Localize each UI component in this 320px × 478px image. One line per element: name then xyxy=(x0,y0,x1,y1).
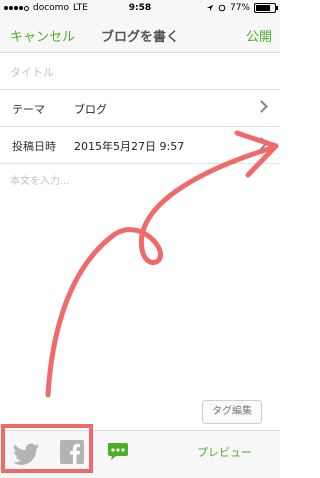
navigation-bar: キャンセル ブログを書く 公開 xyxy=(0,18,280,53)
battery-percent: 77% xyxy=(229,3,250,13)
facebook-icon[interactable] xyxy=(60,440,84,464)
date-label: 投稿日時 xyxy=(12,140,56,153)
battery-icon xyxy=(254,3,278,13)
title-field[interactable]: タイトル xyxy=(0,53,280,90)
theme-row[interactable]: テーマ ブログ xyxy=(0,90,280,127)
theme-label: テーマ xyxy=(12,103,45,116)
tag-edit-button[interactable]: タグ編集 xyxy=(202,400,262,424)
chevron-right-icon xyxy=(255,137,268,150)
twitter-icon[interactable] xyxy=(14,443,40,465)
preview-button[interactable]: プレビュー xyxy=(197,444,252,460)
date-value: 2015年5月27日 9:57 xyxy=(74,140,185,153)
publish-button[interactable]: 公開 xyxy=(246,26,272,45)
title-placeholder: タイトル xyxy=(10,66,54,79)
body-placeholder: 本文を入力... xyxy=(10,176,70,187)
battery-fill xyxy=(256,5,270,11)
theme-value: ブログ xyxy=(74,103,107,116)
date-row[interactable]: 投稿日時 2015年5月27日 9:57 xyxy=(0,127,280,164)
status-right: 77% xyxy=(206,3,278,13)
comment-icon[interactable] xyxy=(106,441,132,463)
alarm-icon xyxy=(218,4,226,12)
location-icon xyxy=(206,4,214,12)
page-title: ブログを書く xyxy=(100,30,179,45)
bottom-toolbar: プレビュー xyxy=(0,430,280,478)
chevron-right-icon xyxy=(255,100,268,113)
status-bar: docomo LTE 9:58 77% xyxy=(0,0,280,18)
body-textarea[interactable] xyxy=(0,164,280,394)
